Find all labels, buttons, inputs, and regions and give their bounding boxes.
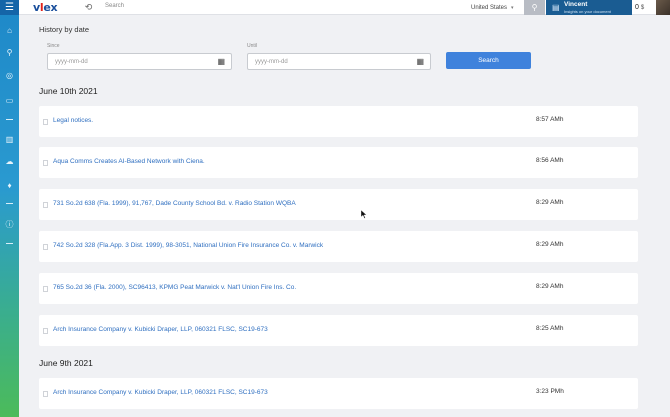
until-placeholder: yyyy-mm-dd xyxy=(255,58,288,65)
document-icon xyxy=(43,286,48,292)
folder-icon[interactable]: ▭ xyxy=(3,94,16,106)
country-select[interactable]: United States ▾ xyxy=(471,0,514,15)
home-icon[interactable]: ⌂ xyxy=(3,24,16,36)
currency-symbol: $ xyxy=(640,4,645,11)
credit-counter[interactable]: 0 $ xyxy=(635,0,644,15)
document-icon xyxy=(43,391,48,397)
item-title-link[interactable]: 742 So.2d 328 (Fla.App. 3 Dist. 1999), 9… xyxy=(53,242,323,249)
item-time: 8:25 AMh xyxy=(536,325,564,332)
since-placeholder: yyyy-mm-dd xyxy=(55,58,88,65)
list-item[interactable]: 765 So.2d 36 (Fla. 2000), SC96413, KPMG … xyxy=(39,273,638,304)
document-icon xyxy=(43,202,48,208)
item-title-link[interactable]: 765 So.2d 36 (Fla. 2000), SC96413, KPMG … xyxy=(53,284,296,291)
sidebar-divider xyxy=(6,119,13,120)
top-bar: v l ex ⟲ Search United States ▾ ⚲ ▤ Vincen… xyxy=(19,0,670,15)
date-heading: June 10th 2021 xyxy=(39,86,98,96)
item-title-link[interactable]: Arch Insurance Company v. Kubicki Draper… xyxy=(53,326,268,333)
user-name: Vincent xyxy=(564,1,588,8)
item-time: 8:57 AMh xyxy=(536,116,564,123)
list-item[interactable]: Aqua Comms Creates AI-Based Network with… xyxy=(39,147,638,178)
item-title-link[interactable]: 731 So.2d 638 (Fla. 1999), 91,767, Dade … xyxy=(53,200,296,207)
sidebar-divider xyxy=(6,203,13,204)
document-icon xyxy=(43,328,48,334)
item-time: 8:29 AMh xyxy=(536,199,564,206)
item-title-link[interactable]: Legal notices. xyxy=(53,117,93,124)
list-item[interactable]: Arch Insurance Company v. Kubicki Draper… xyxy=(39,378,638,409)
list-item[interactable]: 742 So.2d 328 (Fla.App. 3 Dist. 1999), 9… xyxy=(39,231,638,262)
list-item[interactable]: Arch Insurance Company v. Kubicki Draper… xyxy=(39,315,638,346)
page-title: History by date xyxy=(39,25,90,34)
vlex-logo[interactable]: v l ex xyxy=(33,0,58,15)
history-icon[interactable]: ⟲ xyxy=(83,2,94,13)
document-icon: ▤ xyxy=(552,3,560,12)
vincent-button[interactable]: ▤ Vincent Insights on your document xyxy=(546,0,632,15)
calendar-icon[interactable]: ▦ xyxy=(416,57,424,66)
search-button[interactable]: Search xyxy=(446,52,531,69)
since-label: Since xyxy=(47,43,60,49)
until-label: Until xyxy=(247,43,258,49)
since-date-input[interactable]: yyyy-mm-dd ▦ xyxy=(47,53,232,70)
date-heading: June 9th 2021 xyxy=(39,358,93,368)
document-icon xyxy=(43,119,48,125)
chevron-down-icon: ▾ xyxy=(511,4,514,11)
chart-icon[interactable]: ▥ xyxy=(3,133,16,145)
compass-icon[interactable]: ◎ xyxy=(3,69,16,81)
user-subtitle: Insights on your document xyxy=(564,9,611,14)
main-content: History by date Since yyyy-mm-dd ▦ Until… xyxy=(19,15,670,417)
top-search-button[interactable]: ⚲ xyxy=(524,0,545,15)
item-time: 8:56 AMh xyxy=(536,157,564,164)
search-icon: ⚲ xyxy=(531,3,538,12)
item-time: 3:23 PMh xyxy=(536,388,564,395)
item-title-link[interactable]: Arch Insurance Company v. Kubicki Draper… xyxy=(53,389,268,396)
document-icon xyxy=(43,244,48,250)
cloud-icon[interactable]: ☁ xyxy=(3,155,16,167)
calendar-icon[interactable]: ▦ xyxy=(217,57,225,66)
country-label: United States xyxy=(471,4,508,11)
item-title-link[interactable]: Aqua Comms Creates AI-Based Network with… xyxy=(53,158,205,165)
lightbulb-icon[interactable]: ♦ xyxy=(3,179,16,191)
item-time: 8:29 AMh xyxy=(536,283,564,290)
item-time: 8:29 AMh xyxy=(536,241,564,248)
list-item[interactable]: 731 So.2d 638 (Fla. 1999), 91,767, Dade … xyxy=(39,189,638,220)
count-value: 0 xyxy=(635,4,639,11)
top-search-input[interactable]: Search xyxy=(105,3,124,9)
search-icon[interactable]: ⚲ xyxy=(3,46,16,58)
until-date-input[interactable]: yyyy-mm-dd ▦ xyxy=(247,53,431,70)
mouse-cursor-icon xyxy=(361,210,367,219)
info-icon[interactable]: ⓘ xyxy=(3,218,16,230)
left-sidebar: ☰ ⌂ ⚲ ◎ ▭ ▥ ☁ ♦ ⓘ xyxy=(0,0,19,417)
document-icon xyxy=(43,160,48,166)
avatar[interactable] xyxy=(656,0,670,15)
list-item[interactable]: Legal notices. 8:57 AMh xyxy=(39,106,638,137)
sidebar-divider xyxy=(6,243,13,244)
menu-icon[interactable]: ☰ xyxy=(0,0,19,15)
